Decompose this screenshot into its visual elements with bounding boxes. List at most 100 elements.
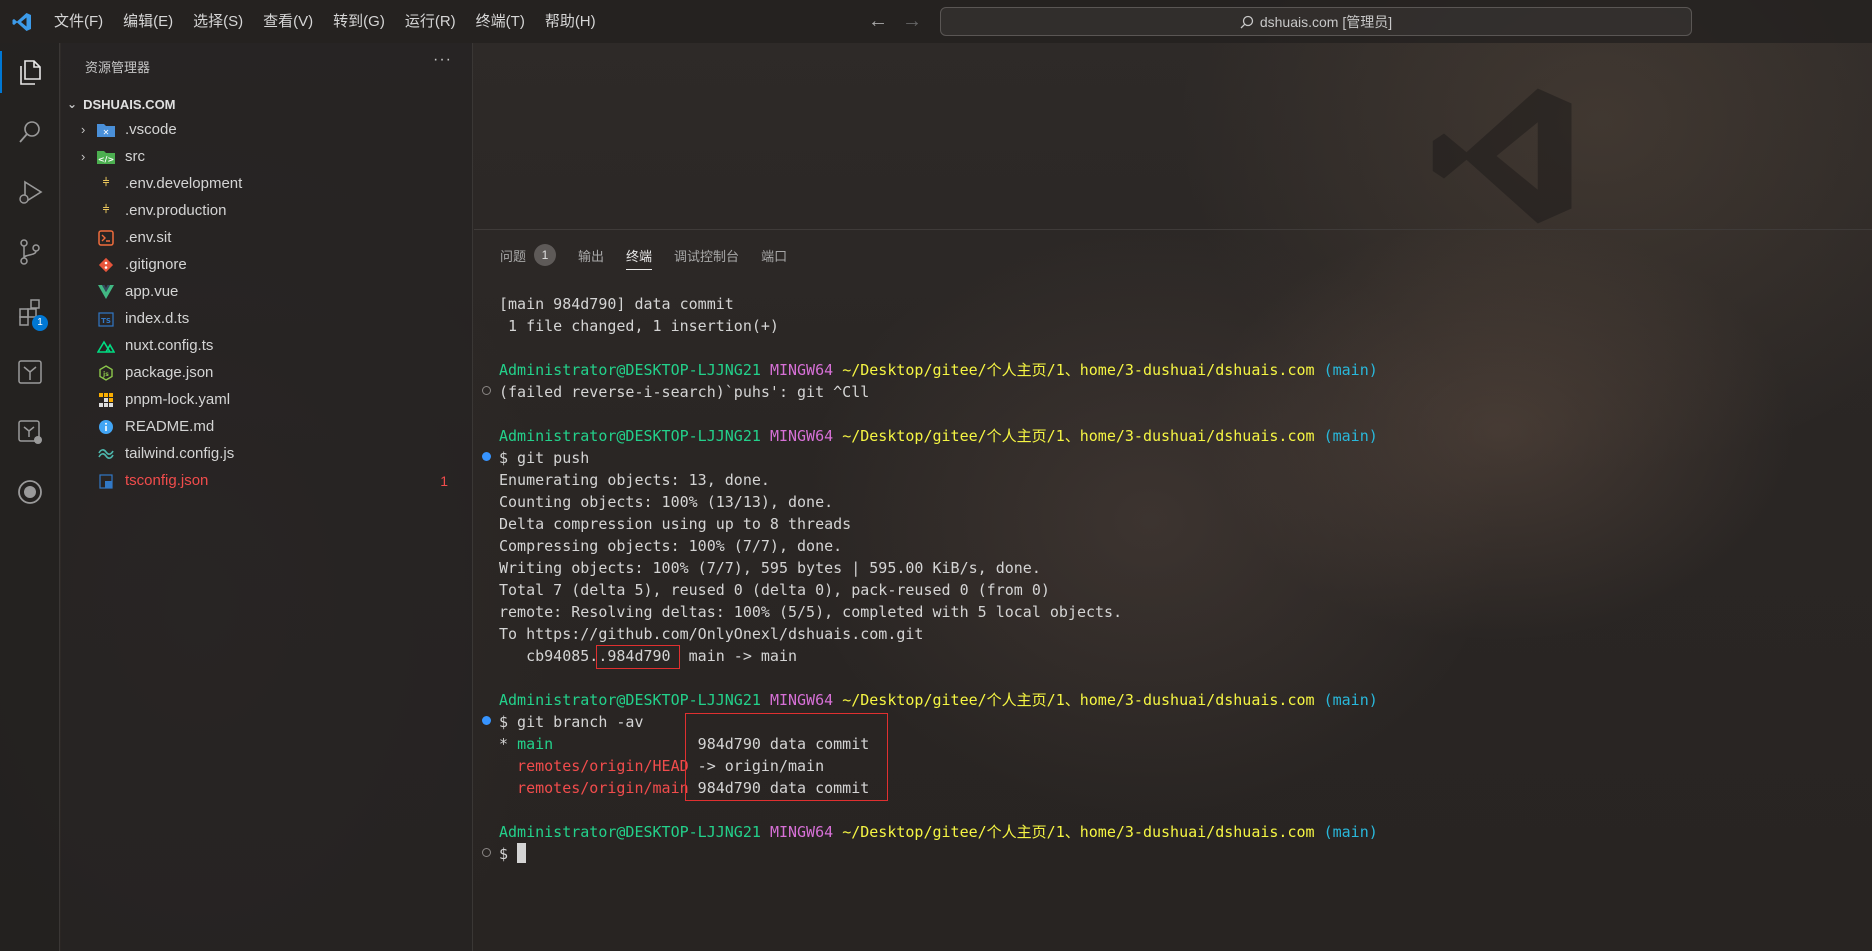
menu-view[interactable]: 查看(V) xyxy=(253,0,323,43)
menu-file[interactable]: 文件(F) xyxy=(44,0,113,43)
command-decoration-icon[interactable] xyxy=(482,452,491,461)
tree-item-package-json[interactable]: js package.json xyxy=(61,359,472,386)
vscode-logo-icon xyxy=(0,0,44,43)
file-name: src xyxy=(125,148,145,165)
terminal-prompt: Administrator@DESKTOP-LJJNG21 MINGW64 ~/… xyxy=(499,427,1378,445)
folder-icon: </> xyxy=(95,148,117,166)
node-icon: js xyxy=(95,364,117,382)
tree-item-pnpm-lock[interactable]: pnpm-lock.yaml xyxy=(61,386,472,413)
terminal-prompt: Administrator@DESKTOP-LJJNG21 MINGW64 ~/… xyxy=(499,691,1378,709)
chevron-down-icon: ⌄ xyxy=(67,97,78,111)
file-name: README.md xyxy=(125,418,215,435)
terminal-line: (failed reverse-i-search)`puhs': git ^Cl… xyxy=(499,383,870,401)
tab-output[interactable]: 输出 xyxy=(578,242,604,268)
terminal-prompt: Administrator@DESKTOP-LJJNG21 MINGW64 ~/… xyxy=(499,361,1378,379)
terminal-line: Total 7 (delta 5), reused 0 (delta 0), p… xyxy=(499,581,1050,599)
tab-problems[interactable]: 问题 1 xyxy=(500,242,557,268)
explorer-sidebar: 资源管理器 ··· ⌄ DSHUAIS.COM › ✕ .vscode › </… xyxy=(61,43,473,951)
chevron-right-icon: › xyxy=(81,149,86,164)
terminal-line: Writing objects: 100% (7/7), 595 bytes |… xyxy=(499,559,1041,577)
terminal-line: 1 file changed, 1 insertion(+) xyxy=(499,317,779,335)
file-name: app.vue xyxy=(125,283,179,300)
tree-item-app-vue[interactable]: app.vue xyxy=(61,278,472,305)
vue-icon xyxy=(95,283,117,301)
tab-ports[interactable]: 端口 xyxy=(761,242,787,268)
panel-tabs: 问题 1 输出 终端 调试控制台 端口 xyxy=(500,242,787,270)
workspace-root-folder[interactable]: ⌄ DSHUAIS.COM xyxy=(67,93,176,115)
file-name: package.json xyxy=(125,364,214,381)
info-icon xyxy=(95,418,117,436)
title-bar: 文件(F) 编辑(E) 选择(S) 查看(V) 转到(G) 运行(R) 终端(T… xyxy=(0,0,1872,43)
back-arrow-icon[interactable]: ← xyxy=(868,10,888,33)
tree-item-vscode[interactable]: › ✕ .vscode xyxy=(61,116,472,143)
github-copilot-icon[interactable] xyxy=(0,463,60,521)
svg-text:</>: </> xyxy=(98,155,114,164)
run-debug-icon[interactable] xyxy=(0,163,60,221)
pnpm-icon xyxy=(95,391,117,409)
menu-go[interactable]: 转到(G) xyxy=(323,0,395,43)
source-control-icon[interactable] xyxy=(0,223,60,281)
remote-explorer-icon[interactable] xyxy=(0,343,60,401)
tree-item-env-development[interactable]: ⫩ .env.development xyxy=(61,170,472,197)
workspace-root-label: DSHUAIS.COM xyxy=(83,96,176,112)
file-name: .env.development xyxy=(125,175,243,192)
tab-label: 端口 xyxy=(761,248,788,264)
command-center-search[interactable]: dshuais.com [管理员] xyxy=(940,7,1692,36)
command-decoration-icon[interactable] xyxy=(482,386,491,395)
tab-label: 输出 xyxy=(578,248,605,264)
command-decoration-icon[interactable] xyxy=(482,848,491,857)
activity-bar: 1 xyxy=(0,43,60,951)
tab-label: 调试控制台 xyxy=(674,248,740,264)
file-name: tailwind.config.js xyxy=(125,445,235,462)
tree-item-index-d-ts[interactable]: TS index.d.ts xyxy=(61,305,472,332)
nuxt-icon xyxy=(95,337,117,355)
tab-label: 问题 xyxy=(500,248,527,264)
forward-arrow-icon[interactable]: → xyxy=(902,10,922,33)
terminal-input-line[interactable]: $ xyxy=(499,843,527,865)
command-center-label: dshuais.com [管理员] xyxy=(1259,13,1393,30)
env-icon: ⫩ xyxy=(102,204,110,216)
navigation-arrows: ← → xyxy=(868,0,922,43)
tree-item-tsconfig[interactable]: tsconfig.json 1 xyxy=(61,467,472,494)
menu-run[interactable]: 运行(R) xyxy=(395,0,466,43)
file-name: tsconfig.json xyxy=(125,472,209,489)
terminal-line: Compressing objects: 100% (7/7), done. xyxy=(499,537,843,555)
chevron-right-icon: › xyxy=(81,122,86,137)
menu-bar: 文件(F) 编辑(E) 选择(S) 查看(V) 转到(G) 运行(R) 终端(T… xyxy=(44,0,606,43)
tree-item-readme[interactable]: README.md xyxy=(61,413,472,440)
file-name: index.d.ts xyxy=(125,310,190,327)
explorer-title: 资源管理器 xyxy=(85,60,151,75)
env-icon: ⫩ xyxy=(102,177,110,189)
tab-terminal[interactable]: 终端 xyxy=(626,242,653,270)
tree-item-src[interactable]: › </> src xyxy=(61,143,472,170)
tab-debug-console[interactable]: 调试控制台 xyxy=(674,242,739,268)
highlight-annotation-box xyxy=(685,713,888,801)
terminal-prompt: Administrator@DESKTOP-LJJNG21 MINGW64 ~/… xyxy=(499,823,1378,841)
menu-edit[interactable]: 编辑(E) xyxy=(113,0,183,43)
explorer-icon[interactable] xyxy=(0,43,60,101)
search-icon[interactable] xyxy=(0,103,60,161)
tree-item-env-production[interactable]: ⫩ .env.production xyxy=(61,197,472,224)
terminal-line: $ git branch -av xyxy=(499,713,644,731)
extensions-badge: 1 xyxy=(32,315,48,331)
terminal-line: remote: Resolving deltas: 100% (5/5), co… xyxy=(499,603,1123,621)
file-name: .vscode xyxy=(125,121,177,138)
file-name: nuxt.config.ts xyxy=(125,337,214,354)
extensions-icon[interactable]: 1 xyxy=(0,283,60,341)
tab-label: 终端 xyxy=(626,248,653,264)
file-name: .env.sit xyxy=(125,229,172,246)
command-decoration-icon[interactable] xyxy=(482,716,491,725)
tree-item-nuxt-config[interactable]: nuxt.config.ts xyxy=(61,332,472,359)
ts-icon: TS xyxy=(95,310,117,328)
menu-help[interactable]: 帮助(H) xyxy=(535,0,606,43)
problems-count-badge: 1 xyxy=(534,244,557,266)
menu-terminal[interactable]: 终端(T) xyxy=(466,0,535,43)
more-actions-icon[interactable]: ··· xyxy=(433,51,452,69)
tree-item-env-sit[interactable]: .env.sit xyxy=(61,224,472,251)
remote-status-icon[interactable] xyxy=(0,403,60,461)
terminal-line: [main 984d790] data commit xyxy=(499,295,734,313)
tree-item-tailwind-config[interactable]: tailwind.config.js xyxy=(61,440,472,467)
tree-item-gitignore[interactable]: .gitignore xyxy=(61,251,472,278)
file-name: .gitignore xyxy=(125,256,187,273)
menu-selection[interactable]: 选择(S) xyxy=(183,0,253,43)
